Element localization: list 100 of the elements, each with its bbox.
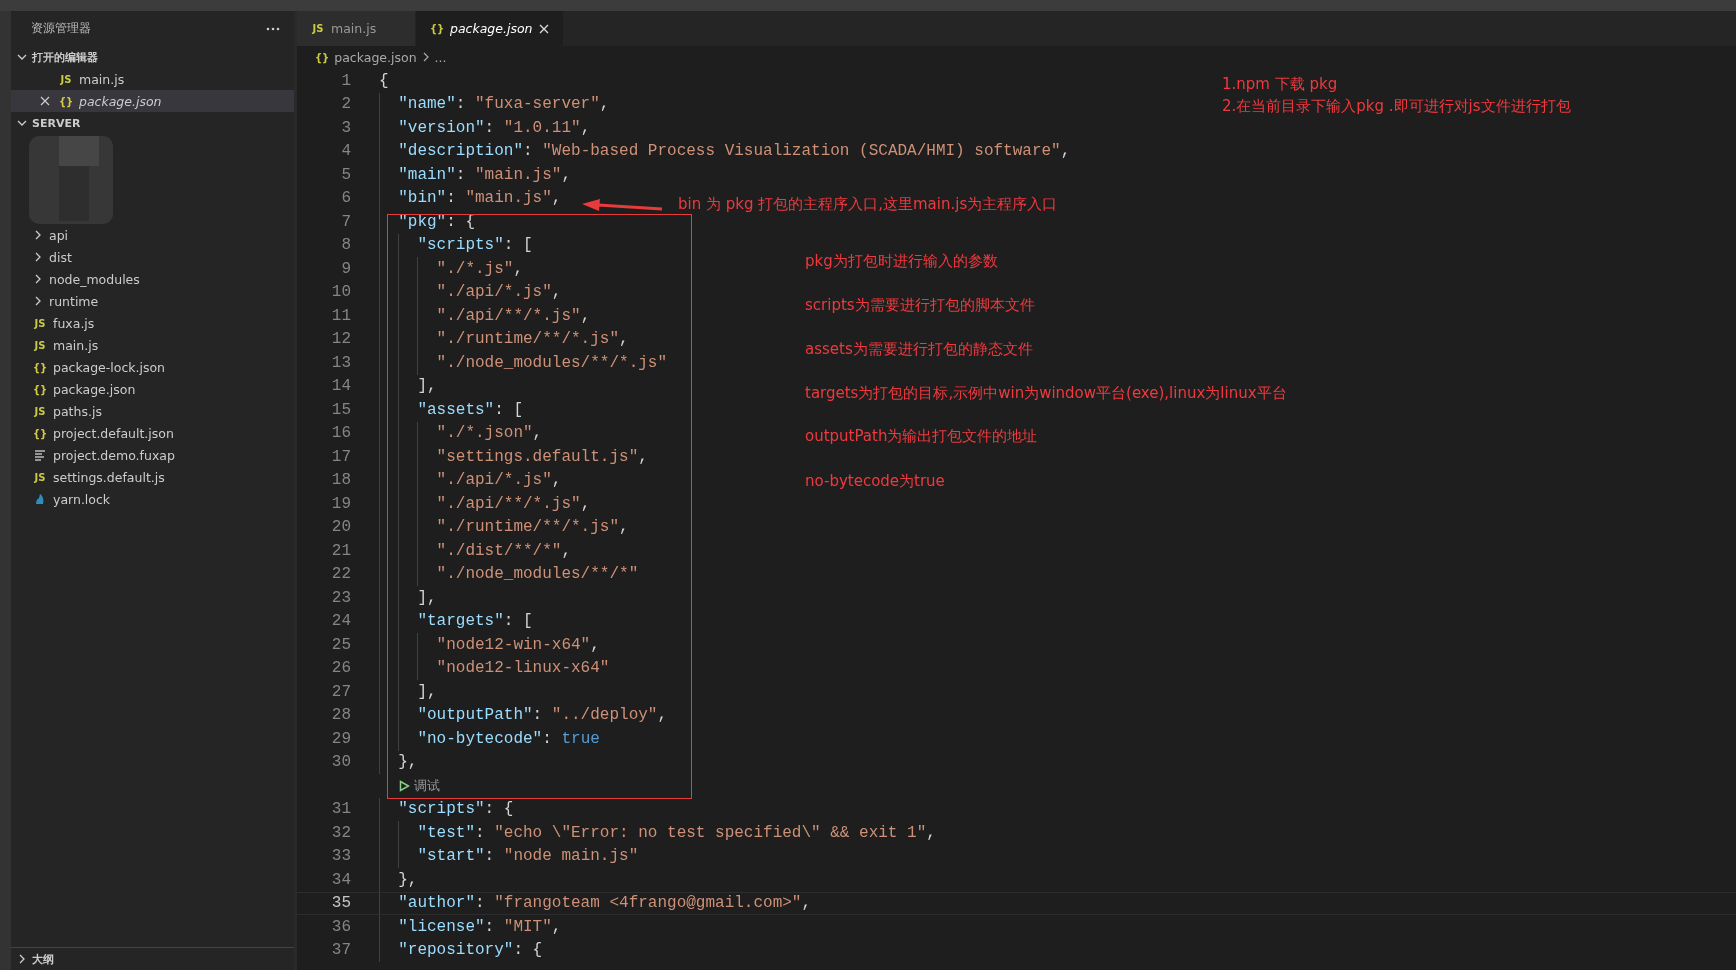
line-number: 29 xyxy=(330,729,351,748)
code-line: "./api/*.js", xyxy=(436,283,562,302)
breadcrumb-item[interactable]: package.json xyxy=(334,49,417,65)
editor-tab[interactable]: JS main.js xyxy=(297,11,416,46)
lines-icon xyxy=(33,449,47,461)
more-icon[interactable] xyxy=(266,26,280,31)
line-number: 16 xyxy=(330,424,351,443)
editor-tab[interactable]: {} package.json xyxy=(416,11,564,46)
chevron-icon xyxy=(17,954,27,964)
line-number: 21 xyxy=(330,541,351,560)
folder-item[interactable]: api xyxy=(11,224,294,246)
code-line: "test": "echo \"Error: no test specified\" && exit 1", xyxy=(417,823,936,842)
file-item[interactable]: JS settings.default.js xyxy=(11,466,294,488)
code-line: }, xyxy=(398,753,418,772)
line-number: 10 xyxy=(330,283,351,302)
code-line: ], xyxy=(417,588,437,607)
annotation-text: pkg为打包时进行输入的参数 xyxy=(805,252,998,271)
chevron-icon xyxy=(33,230,43,240)
file-item[interactable]: {} package.json xyxy=(11,378,294,400)
code-line: "targets": [ xyxy=(417,612,533,631)
close-icon[interactable] xyxy=(40,96,50,106)
line-number: 37 xyxy=(330,941,351,960)
code-line: "./node_modules/**/*.js" xyxy=(436,353,668,372)
code-line: "./node_modules/**/*" xyxy=(436,565,639,584)
play-icon[interactable] xyxy=(399,779,410,792)
code-line: "./*.json", xyxy=(436,424,543,443)
line-number: 33 xyxy=(330,847,351,866)
line-number: 4 xyxy=(340,142,351,161)
line-number: 7 xyxy=(340,212,351,231)
section-header[interactable]: 大纲 xyxy=(11,947,294,970)
file-item[interactable]: yarn.lock xyxy=(11,488,294,510)
line-number: 2 xyxy=(340,95,351,114)
codelens-link[interactable]: 调试 xyxy=(414,776,440,795)
code-line: "./runtime/**/*.js", xyxy=(436,518,629,537)
code-line: "scripts": { xyxy=(398,800,514,819)
folder-item[interactable]: runtime xyxy=(11,290,294,312)
line-number: 36 xyxy=(330,917,351,936)
line-number: 23 xyxy=(330,588,351,607)
json-file-icon: {} xyxy=(315,51,330,63)
line-number: 26 xyxy=(330,659,351,678)
code-line: "./runtime/**/*.js", xyxy=(436,330,629,349)
code-line: "./api/*.js", xyxy=(436,471,562,490)
explorer-title: 资源管理器 xyxy=(31,21,91,36)
file-item[interactable]: JS fuxa.js xyxy=(11,312,294,334)
open-editor-item[interactable]: {} package.json xyxy=(11,90,294,112)
section-header[interactable]: 打开的编辑器 xyxy=(11,46,294,68)
code-line: "outputPath": "../deploy", xyxy=(417,706,668,725)
code-line: "license": "MIT", xyxy=(398,917,562,936)
line-number: 27 xyxy=(330,682,351,701)
chevron-icon xyxy=(33,274,43,284)
line-number: 11 xyxy=(330,306,351,325)
line-number: 12 xyxy=(330,330,351,349)
code-line: "./api/**/*.js", xyxy=(436,494,591,513)
line-number: 15 xyxy=(330,400,351,419)
code-line: "scripts": [ xyxy=(417,236,533,255)
annotation-text: outputPath为输出打包文件的地址 xyxy=(805,427,1038,446)
line-number: 8 xyxy=(340,236,351,255)
line-number: 25 xyxy=(330,635,351,654)
code-line: "bin": "main.js", xyxy=(398,189,562,208)
code-line: "main": "main.js", xyxy=(398,165,572,184)
line-number: 14 xyxy=(330,377,351,396)
annotation-text: scripts为需要进行打包的脚本文件 xyxy=(805,296,1035,315)
file-item[interactable]: {} package-lock.json xyxy=(11,356,294,378)
code-line: "no-bytecode": true xyxy=(417,729,600,748)
folder-item[interactable]: dist xyxy=(11,246,294,268)
chevron-icon xyxy=(17,52,27,62)
line-number: 34 xyxy=(330,870,351,889)
line-number: 20 xyxy=(330,518,351,537)
code-line: "start": "node main.js" xyxy=(417,847,639,866)
line-number: 18 xyxy=(330,471,351,490)
open-editor-item[interactable]: JS main.js xyxy=(11,68,294,90)
code-line: "assets": [ xyxy=(417,400,523,419)
line-number: 32 xyxy=(330,823,351,842)
annotation-text: 2.在当前目录下输入pkg .即可进行对js文件进行打包 xyxy=(1222,97,1571,116)
annotation-text: no-bytecode为true xyxy=(805,472,945,491)
code-line: { xyxy=(379,71,389,90)
code-line: "node12-win-x64", xyxy=(436,635,600,654)
close-icon[interactable] xyxy=(538,23,549,34)
code-line: "settings.default.js", xyxy=(436,447,648,466)
line-number: 19 xyxy=(330,494,351,513)
code-line: ], xyxy=(417,682,437,701)
breadcrumb-item[interactable]: ... xyxy=(434,49,447,65)
file-item[interactable]: {} project.default.json xyxy=(11,422,294,444)
code-line: "version": "1.0.11", xyxy=(398,118,591,137)
line-number: 17 xyxy=(330,447,351,466)
chevron-icon xyxy=(33,296,43,306)
line-number: 5 xyxy=(340,165,351,184)
annotation-text: bin 为 pkg 打包的主程序入口,这里main.js为主程序入口 xyxy=(678,195,1058,214)
line-number: 30 xyxy=(330,753,351,772)
folder-item[interactable]: node_modules xyxy=(11,268,294,290)
code-line: }, xyxy=(398,870,418,889)
file-item[interactable]: JS main.js xyxy=(11,334,294,356)
chevron-icon xyxy=(17,118,27,128)
code-line: "author": "frangoteam <4frango@gmail.com>", xyxy=(398,894,812,913)
section-header[interactable]: SERVER xyxy=(11,112,294,134)
line-number: 13 xyxy=(330,353,351,372)
code-line: "./dist/**/*", xyxy=(436,541,572,560)
file-item[interactable]: project.demo.fuxap xyxy=(11,444,294,466)
code-line: ], xyxy=(417,377,437,396)
file-item[interactable]: JS paths.js xyxy=(11,400,294,422)
